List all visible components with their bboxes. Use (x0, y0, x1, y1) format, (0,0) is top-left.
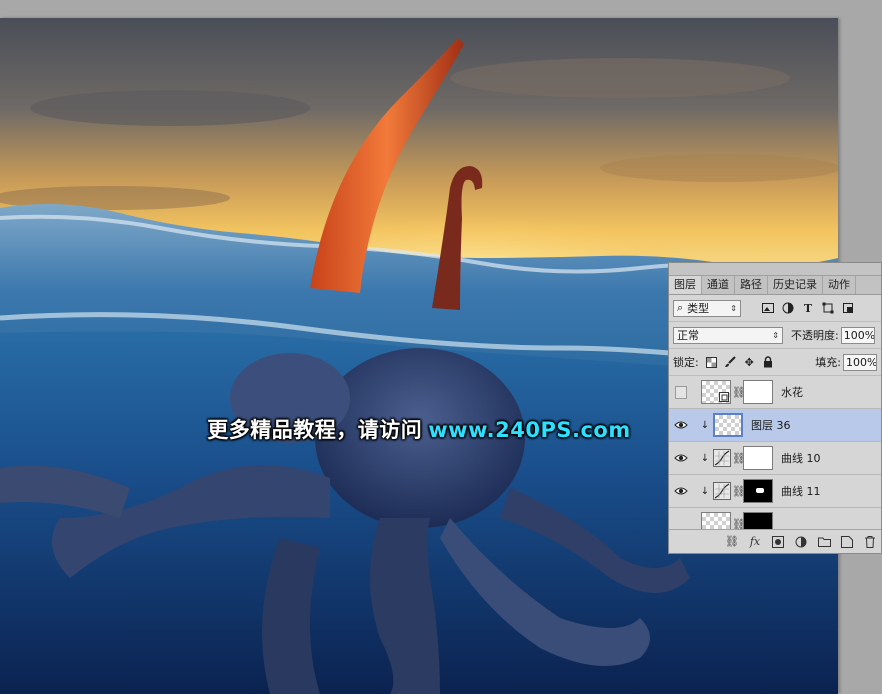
smart-object-badge-icon (719, 392, 729, 402)
shape-filter-icon[interactable] (821, 301, 835, 315)
layer-row-splash[interactable]: ⛓ 水花 (669, 376, 881, 409)
link-chain-icon[interactable]: ⛓ (732, 452, 746, 465)
clipping-arrow-icon: ↓ (700, 485, 710, 497)
blend-mode-select[interactable]: 正常 ⇕ (673, 326, 783, 344)
visibility-off-icon (675, 385, 687, 399)
lock-move-icon[interactable]: ✥ (743, 356, 756, 369)
image-filter-icon[interactable] (761, 301, 775, 315)
layer-thumbnail (701, 380, 731, 404)
filter-kind-select[interactable]: ⌕ 类型 ⇕ (673, 299, 741, 317)
layers-list: ⛓ 水花 ↓ 图层 36 ↓ ⛓ 曲线 10 ↓ ⛓ 曲线 11 ⛓ (669, 376, 881, 536)
eye-icon (674, 421, 688, 429)
search-icon: ⌕ (677, 301, 684, 314)
delete-layer-icon[interactable] (863, 535, 877, 549)
chevron-updown-icon: ⇕ (730, 303, 737, 313)
lock-label: 锁定: (673, 356, 699, 369)
tab-history[interactable]: 历史记录 (768, 276, 823, 294)
visibility-toggle[interactable] (673, 483, 689, 499)
chevron-updown-icon: ⇕ (772, 330, 779, 340)
link-layers-icon[interactable]: ⛓ (725, 535, 739, 549)
new-group-icon[interactable] (817, 535, 831, 549)
layer-row-curves-10[interactable]: ↓ ⛓ 曲线 10 (669, 442, 881, 475)
fill-field[interactable]: 100% (843, 353, 877, 371)
filter-row: ⌕ 类型 ⇕ T (669, 295, 881, 322)
clipping-arrow-icon: ↓ (700, 419, 710, 431)
curves-adjustment-icon (713, 449, 731, 467)
tab-paths[interactable]: 路径 (735, 276, 768, 294)
new-adjustment-layer-icon[interactable] (794, 535, 808, 549)
type-filter-icon[interactable]: T (801, 301, 815, 315)
link-chain-icon[interactable]: ⛓ (732, 386, 746, 399)
watermark-cn-text: 更多精品教程，请访问 (207, 418, 423, 442)
lock-transparent-icon[interactable] (705, 356, 718, 369)
layer-row-layer-36[interactable]: ↓ 图层 36 (669, 409, 881, 442)
blend-row: 正常 ⇕ 不透明度: 100% (669, 322, 881, 349)
layer-name: 曲线 10 (781, 452, 821, 465)
lock-brush-icon[interactable] (724, 356, 737, 369)
layer-style-icon[interactable]: fx (748, 535, 762, 549)
layer-name: 水花 (781, 386, 803, 399)
lock-all-icon[interactable] (762, 356, 775, 369)
fill-label: 填充: (815, 356, 841, 369)
watermark-url: www.240PS.com (428, 418, 631, 442)
layer-name: 曲线 11 (781, 485, 821, 498)
new-layer-icon[interactable] (840, 535, 854, 549)
clipping-arrow-icon: ↓ (700, 452, 710, 464)
visibility-toggle[interactable] (673, 384, 689, 400)
eye-icon (674, 454, 688, 462)
layer-row-curves-11[interactable]: ↓ ⛓ 曲线 11 (669, 475, 881, 508)
tab-actions[interactable]: 动作 (823, 276, 856, 294)
link-chain-icon[interactable]: ⛓ (732, 485, 746, 498)
tab-channels[interactable]: 通道 (702, 276, 735, 294)
layer-mask-thumbnail[interactable] (743, 446, 773, 470)
panel-grip[interactable] (669, 263, 881, 276)
opacity-field[interactable]: 100% (840, 326, 875, 344)
layer-mask-thumbnail[interactable] (743, 380, 773, 404)
panel-tabs: 图层 通道 路径 历史记录 动作 (669, 276, 881, 295)
visibility-toggle[interactable] (673, 417, 689, 433)
visibility-toggle[interactable] (673, 450, 689, 466)
filter-kind-label: 类型 (687, 302, 710, 315)
eye-icon (674, 487, 688, 495)
layers-panel: 图层 通道 路径 历史记录 动作 ⌕ 类型 ⇕ T 正常 ⇕ 不透明度: 100… (668, 262, 882, 554)
tab-layers[interactable]: 图层 (669, 276, 702, 294)
blend-mode-value: 正常 (677, 329, 699, 342)
curves-adjustment-icon (713, 482, 731, 500)
adjustment-filter-icon[interactable] (781, 301, 795, 315)
panel-footer: ⛓ fx (669, 529, 881, 553)
layer-mask-thumbnail[interactable] (743, 479, 773, 503)
smart-object-filter-icon[interactable] (841, 301, 855, 315)
layer-name: 图层 36 (751, 419, 791, 432)
add-mask-icon[interactable] (771, 535, 785, 549)
opacity-label: 不透明度: (791, 329, 839, 342)
layer-thumbnail (713, 413, 743, 437)
lock-row: 锁定: ✥ 填充: 100% (669, 349, 881, 376)
